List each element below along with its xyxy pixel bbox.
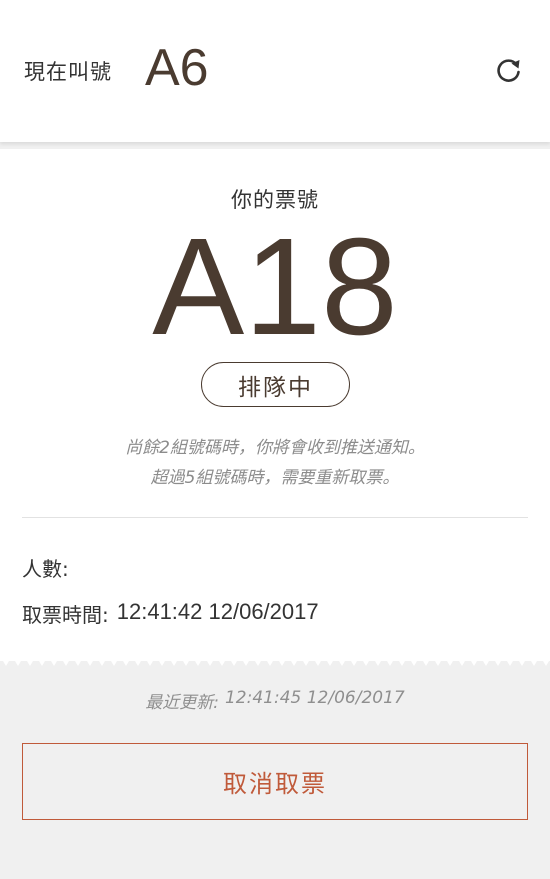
ticket-time-row: 取票時間: 12:41:42 12/06/2017	[22, 599, 319, 628]
header-bar: 現在叫號 A6	[0, 0, 550, 142]
last-updated-label: 最近更新:	[145, 693, 219, 713]
cancel-ticket-button[interactable]: 取消取票	[22, 743, 528, 820]
notice-line-1: 尚餘2組號碼時，你將會收到推送通知。	[125, 438, 425, 458]
ticket-zigzag-edge	[0, 656, 550, 666]
people-label: 人數:	[22, 557, 69, 581]
status-badge: 排隊中	[201, 362, 350, 407]
notice-line-2: 超過5組號碼時，需要重新取票。	[150, 468, 400, 488]
divider	[22, 517, 528, 518]
ticket-number: A18	[152, 210, 398, 364]
last-updated: 最近更新: 12:41:45 12/06/2017	[0, 688, 550, 713]
ticket-time-value: 12:41:42 12/06/2017	[116, 599, 319, 624]
now-calling-number: A6	[145, 39, 209, 97]
now-calling-label: 現在叫號	[24, 60, 112, 84]
ticket-time-label: 取票時間:	[22, 603, 109, 627]
refresh-icon[interactable]	[494, 55, 524, 85]
last-updated-value: 12:41:45 12/06/2017	[224, 688, 405, 708]
queue-ticket-screen: 現在叫號 A6 你的票號 A18 排隊中 尚餘2組號碼時，你將會收到推送通知。 …	[0, 0, 550, 879]
people-count-row: 人數:	[22, 553, 77, 582]
